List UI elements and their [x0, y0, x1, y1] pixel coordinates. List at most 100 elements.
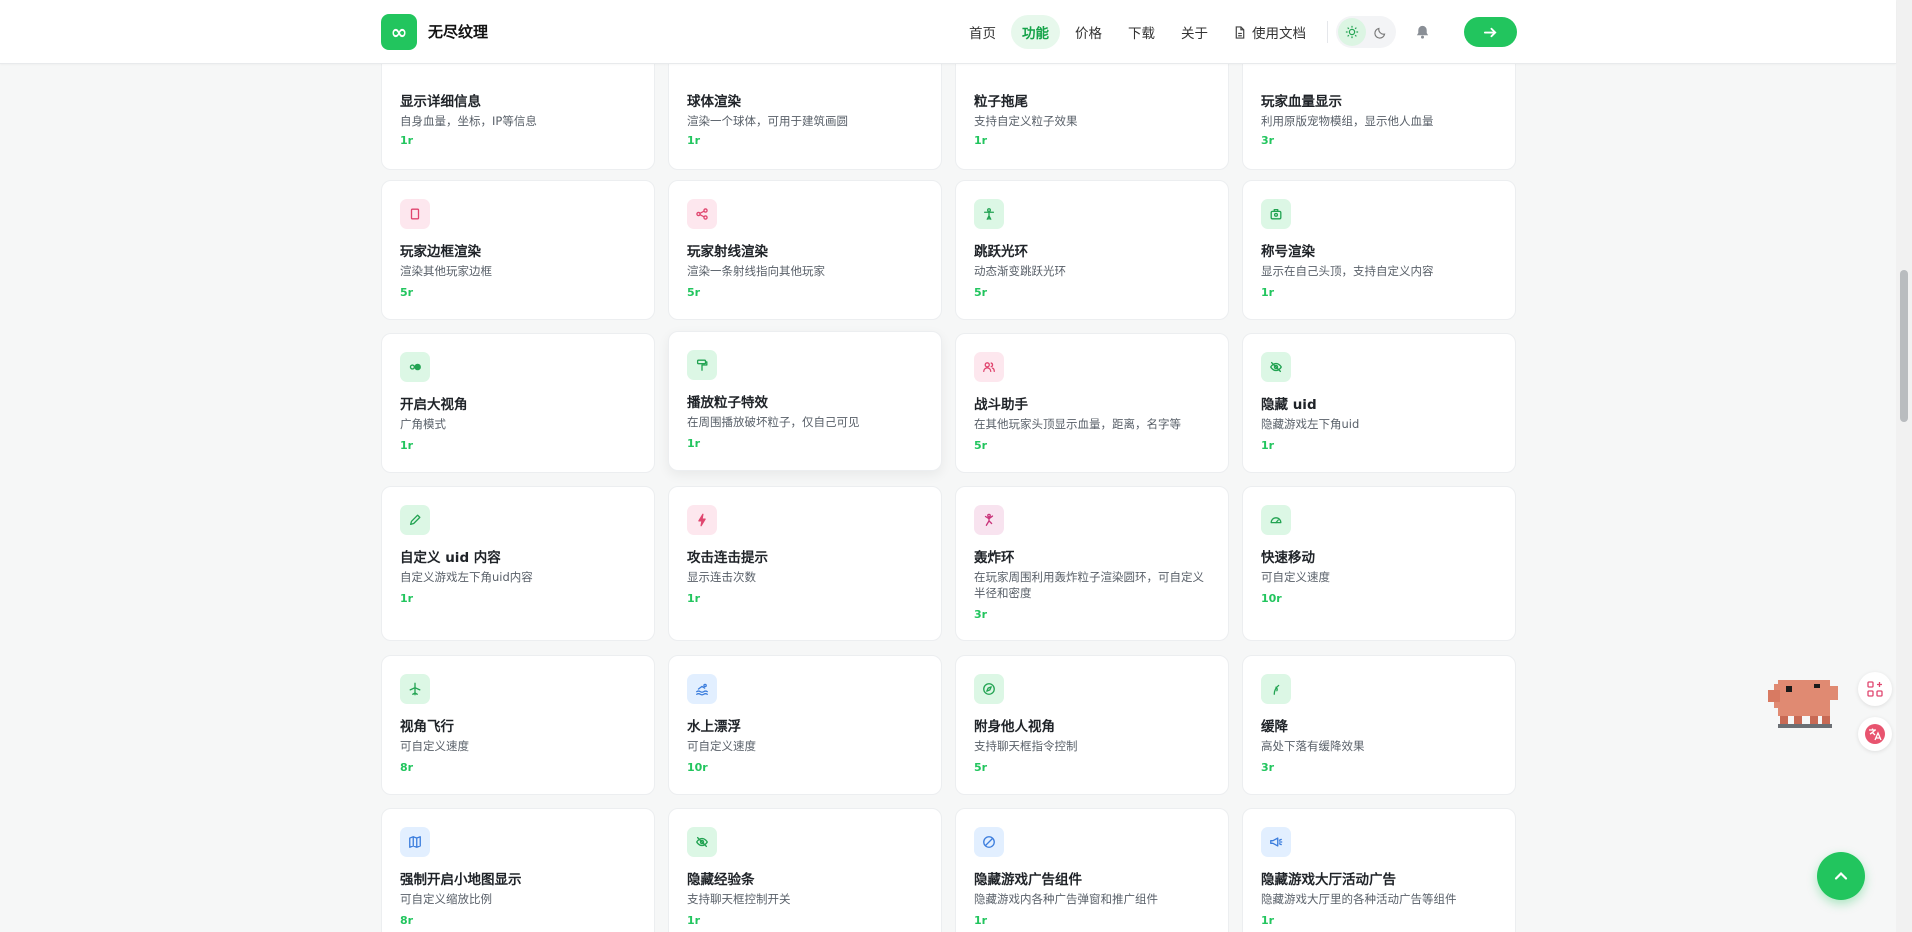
feature-price: 5r: [974, 286, 988, 299]
site-name[interactable]: 无尽纹理: [428, 21, 488, 42]
feature-card[interactable]: 隐藏游戏广告组件 隐藏游戏内各种广告弹窗和推广组件 1r: [955, 808, 1229, 932]
feature-title: 隐藏 uid: [1261, 397, 1317, 413]
enter-button[interactable]: [1464, 17, 1517, 47]
eye-off-icon: [687, 827, 717, 857]
feature-card[interactable]: 快速移动可自定义速度 10r: [1242, 486, 1516, 641]
feature-description: 渲染一条射线指向其他玩家: [687, 264, 825, 278]
feature-title: 玩家射线渲染: [687, 244, 768, 260]
feature-card[interactable]: 攻击连击提示 显示连击次数 1r: [668, 486, 942, 641]
feature-description: 可自定义速度: [687, 739, 756, 753]
feature-description: 可自定义速度: [1261, 570, 1330, 584]
feature-title: 玩家边框渲染: [400, 244, 481, 260]
feature-card[interactable]: 水上漂浮 可自定义速度 10r: [668, 655, 942, 795]
feature-card[interactable]: 战斗助手 在其他玩家头顶显示血量，距离，名字等 5r: [955, 333, 1229, 473]
nav-pricing[interactable]: 价格: [1064, 15, 1113, 49]
logo[interactable]: ∞: [381, 14, 417, 50]
scrollbar-track[interactable]: [1896, 0, 1912, 932]
feature-description: 动态渐变跳跃光环: [974, 264, 1066, 278]
feature-title: 攻击连击提示: [687, 550, 768, 566]
feature-price: 1r: [400, 134, 414, 147]
theme-switcher: [1336, 16, 1396, 48]
feature-card[interactable]: 隐藏经验条 支持聊天框控制开关 1r: [668, 808, 942, 932]
feature-price: 5r: [974, 761, 988, 774]
notifications-button[interactable]: [1404, 16, 1440, 48]
feature-card[interactable]: 附身他人视角 支持聊天框指令控制 5r: [955, 655, 1229, 795]
feature-title: 水上漂浮: [687, 719, 741, 735]
feature-description: 自定义游戏左下角uid内容: [400, 570, 533, 584]
feature-title: 显示详细信息: [400, 94, 481, 110]
swim-icon: [687, 674, 717, 704]
feature-price: 1r: [687, 437, 701, 450]
chevron-up-icon: [1834, 871, 1848, 880]
feature-card[interactable]: 玩家边框渲染 渲染其他玩家边框 5r: [381, 180, 655, 320]
feature-price: 8r: [400, 914, 414, 927]
megaphone-icon: [1261, 827, 1291, 857]
feature-description: 广角模式: [400, 417, 446, 431]
nav-home[interactable]: 首页: [958, 15, 1007, 49]
compass-icon: [974, 674, 1004, 704]
feature-title: 播放粒子特效: [687, 395, 768, 411]
ban-icon: [974, 827, 1004, 857]
feature-title: 隐藏经验条: [687, 872, 755, 888]
feature-price: 5r: [400, 286, 414, 299]
feature-title: 轰炸环: [974, 550, 1015, 566]
arrow-right-icon: [1483, 27, 1497, 37]
feature-card[interactable]: 跳跃光环动态渐变跳跃光环 5r: [955, 180, 1229, 320]
badge-icon: [1261, 199, 1291, 229]
feature-description: 在周围播放破坏粒子，仅自己可见: [687, 415, 860, 429]
feature-price: 1r: [687, 592, 701, 605]
feature-price: 1r: [974, 134, 988, 147]
main-nav: 首页 功能 价格 下载 关于 使用文档: [958, 14, 1440, 50]
eye-off-icon: [1261, 352, 1291, 382]
scrollbar-thumb[interactable]: [1900, 270, 1908, 422]
feature-description: 隐藏游戏内各种广告弹窗和推广组件: [974, 892, 1158, 906]
feature-price: 1r: [1261, 914, 1275, 927]
feature-title: 快速移动: [1261, 550, 1315, 566]
feature-price: 10r: [1261, 592, 1282, 605]
feature-description: 高处下落有缓降效果: [1261, 739, 1365, 753]
feature-card[interactable]: 强制开启小地图显示 可自定义缩放比例 8r: [381, 808, 655, 932]
sun-icon: [1345, 25, 1359, 39]
feature-price: 3r: [1261, 134, 1275, 147]
apps-button[interactable]: [1858, 672, 1892, 706]
feature-price: 1r: [400, 439, 414, 452]
translate-icon: [1865, 724, 1885, 744]
feature-description: 支持自定义粒子效果: [974, 114, 1078, 128]
plane-icon: [400, 674, 430, 704]
feature-card[interactable]: 播放粒子特效在周围播放破坏粒子，仅自己可见 1r: [668, 331, 942, 471]
back-to-top-button[interactable]: [1817, 852, 1865, 900]
feature-card[interactable]: 称号渲染 显示在自己头顶，支持自定义内容 1r: [1242, 180, 1516, 320]
feature-title: 缓降: [1261, 719, 1288, 735]
feature-card[interactable]: 隐藏 uid 隐藏游戏左下角uid 1r: [1242, 333, 1516, 473]
feature-card[interactable]: 玩家射线渲染 渲染一条射线指向其他玩家 5r: [668, 180, 942, 320]
nav-about[interactable]: 关于: [1170, 15, 1219, 49]
feature-card[interactable]: 自定义 uid 内容 自定义游戏左下角uid内容 1r: [381, 486, 655, 641]
feature-card[interactable]: 缓降 高处下落有缓降效果 3r: [1242, 655, 1516, 795]
feature-card[interactable]: 隐藏游戏大厅活动广告 隐藏游戏大厅里的各种活动广告等组件 1r: [1242, 808, 1516, 932]
nav-docs-label: 使用文档: [1252, 26, 1306, 42]
feature-price: 5r: [974, 439, 988, 452]
feature-card[interactable]: 视角飞行 可自定义速度 8r: [381, 655, 655, 795]
feature-price: 1r: [974, 914, 988, 927]
light-mode-button[interactable]: [1338, 18, 1366, 46]
dark-mode-button[interactable]: [1366, 18, 1394, 46]
feature-price: 1r: [1261, 439, 1275, 452]
feature-card[interactable]: 开启大视角 广角模式 1r: [381, 333, 655, 473]
feature-description: 利用原版宠物模组，显示他人血量: [1261, 114, 1434, 128]
translate-button[interactable]: [1858, 717, 1892, 751]
feature-description: 隐藏游戏大厅里的各种活动广告等组件: [1261, 892, 1457, 906]
nav-features[interactable]: 功能: [1011, 15, 1060, 49]
feature-title: 视角飞行: [400, 719, 454, 735]
feature-card[interactable]: 轰炸环 在玩家周围利用轰炸粒子渲染圆环，可自定义半径和密度 3r: [955, 486, 1229, 641]
feature-description: 可自定义速度: [400, 739, 469, 753]
feather-icon: [1261, 674, 1291, 704]
nav-download[interactable]: 下载: [1117, 15, 1166, 49]
feature-description: 支持聊天框控制开关: [687, 892, 791, 906]
users-icon: [974, 352, 1004, 382]
bell-icon: [1416, 25, 1428, 39]
nav-docs[interactable]: 使用文档: [1223, 15, 1317, 49]
feature-title: 跳跃光环: [974, 244, 1028, 260]
share-icon: [687, 199, 717, 229]
pig-mascot-image[interactable]: [1764, 676, 1844, 728]
feature-description: 自身血量，坐标，IP等信息: [400, 114, 537, 128]
